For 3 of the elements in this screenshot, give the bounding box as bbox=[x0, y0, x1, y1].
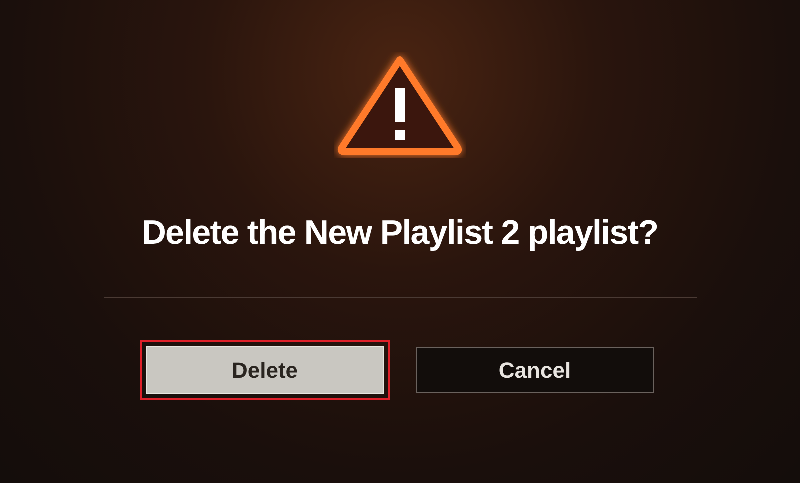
dialog-title: Delete the New Playlist 2 playlist? bbox=[142, 213, 658, 254]
dialog-button[interactable]: Cancel bbox=[416, 347, 654, 393]
dialog-button[interactable]: Delete bbox=[146, 346, 384, 394]
